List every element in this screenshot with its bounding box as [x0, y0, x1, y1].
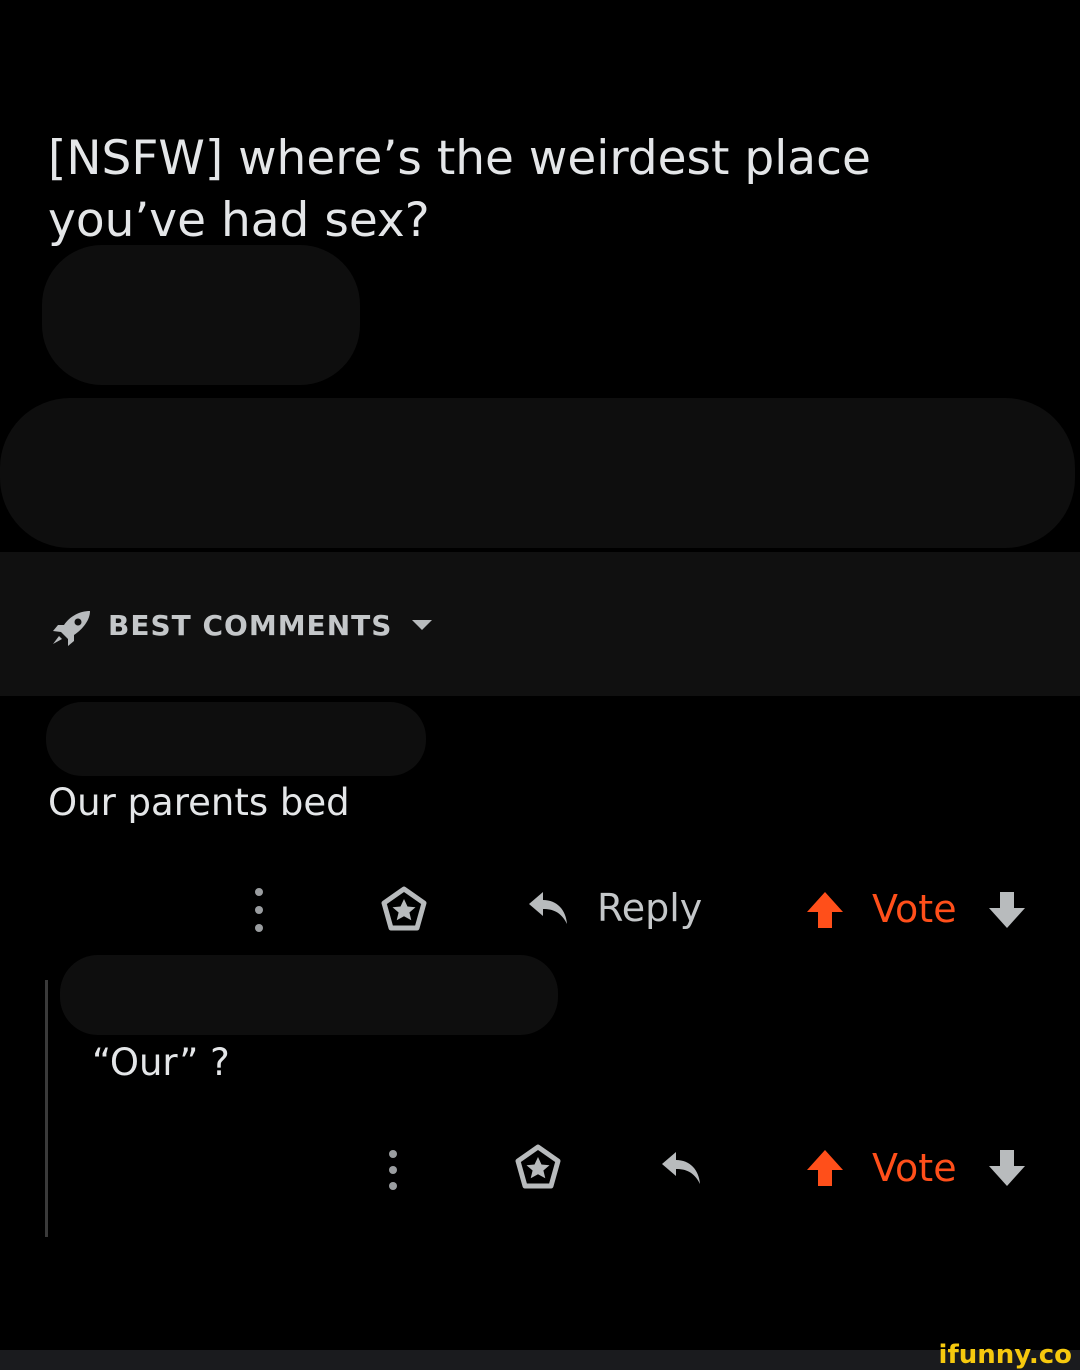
post-title: [NSFW] where’s the weirdest place you’ve… — [48, 131, 871, 248]
redacted-username — [60, 955, 558, 1035]
award-icon[interactable] — [380, 886, 428, 934]
more-options-icon[interactable] — [255, 888, 263, 932]
downvote-arrow-icon[interactable] — [987, 890, 1027, 930]
page: [NSFW] where’s the weirdest place you’ve… — [0, 0, 1080, 1370]
upvote-arrow-icon[interactable] — [805, 1148, 845, 1188]
sort-label: BEST COMMENTS — [108, 609, 393, 642]
award-icon[interactable] — [514, 1144, 562, 1192]
vote-label: Vote — [872, 887, 957, 931]
thread-line — [45, 980, 48, 1237]
redacted-area — [0, 398, 1075, 548]
chevron-down-icon — [412, 620, 432, 630]
reply-button[interactable]: Reply — [527, 886, 702, 930]
redacted-area — [42, 245, 360, 385]
more-options-icon[interactable] — [389, 1150, 397, 1194]
downvote-arrow-icon[interactable] — [987, 1148, 1027, 1188]
vote-label: Vote — [872, 1146, 957, 1190]
reply-arrow-icon — [529, 892, 567, 924]
footer-bar — [0, 1350, 1080, 1370]
sort-comments-bar[interactable]: BEST COMMENTS — [0, 552, 1080, 696]
upvote-arrow-icon[interactable] — [805, 890, 845, 930]
comment-text: “Our” ? — [92, 1041, 230, 1084]
rocket-icon — [53, 611, 90, 646]
comment-text: Our parents bed — [48, 781, 350, 824]
watermark: ifunny.co — [938, 1340, 1072, 1370]
reply-label: Reply — [597, 886, 703, 930]
redacted-username — [46, 702, 426, 776]
reply-arrow-icon[interactable] — [660, 1148, 704, 1188]
